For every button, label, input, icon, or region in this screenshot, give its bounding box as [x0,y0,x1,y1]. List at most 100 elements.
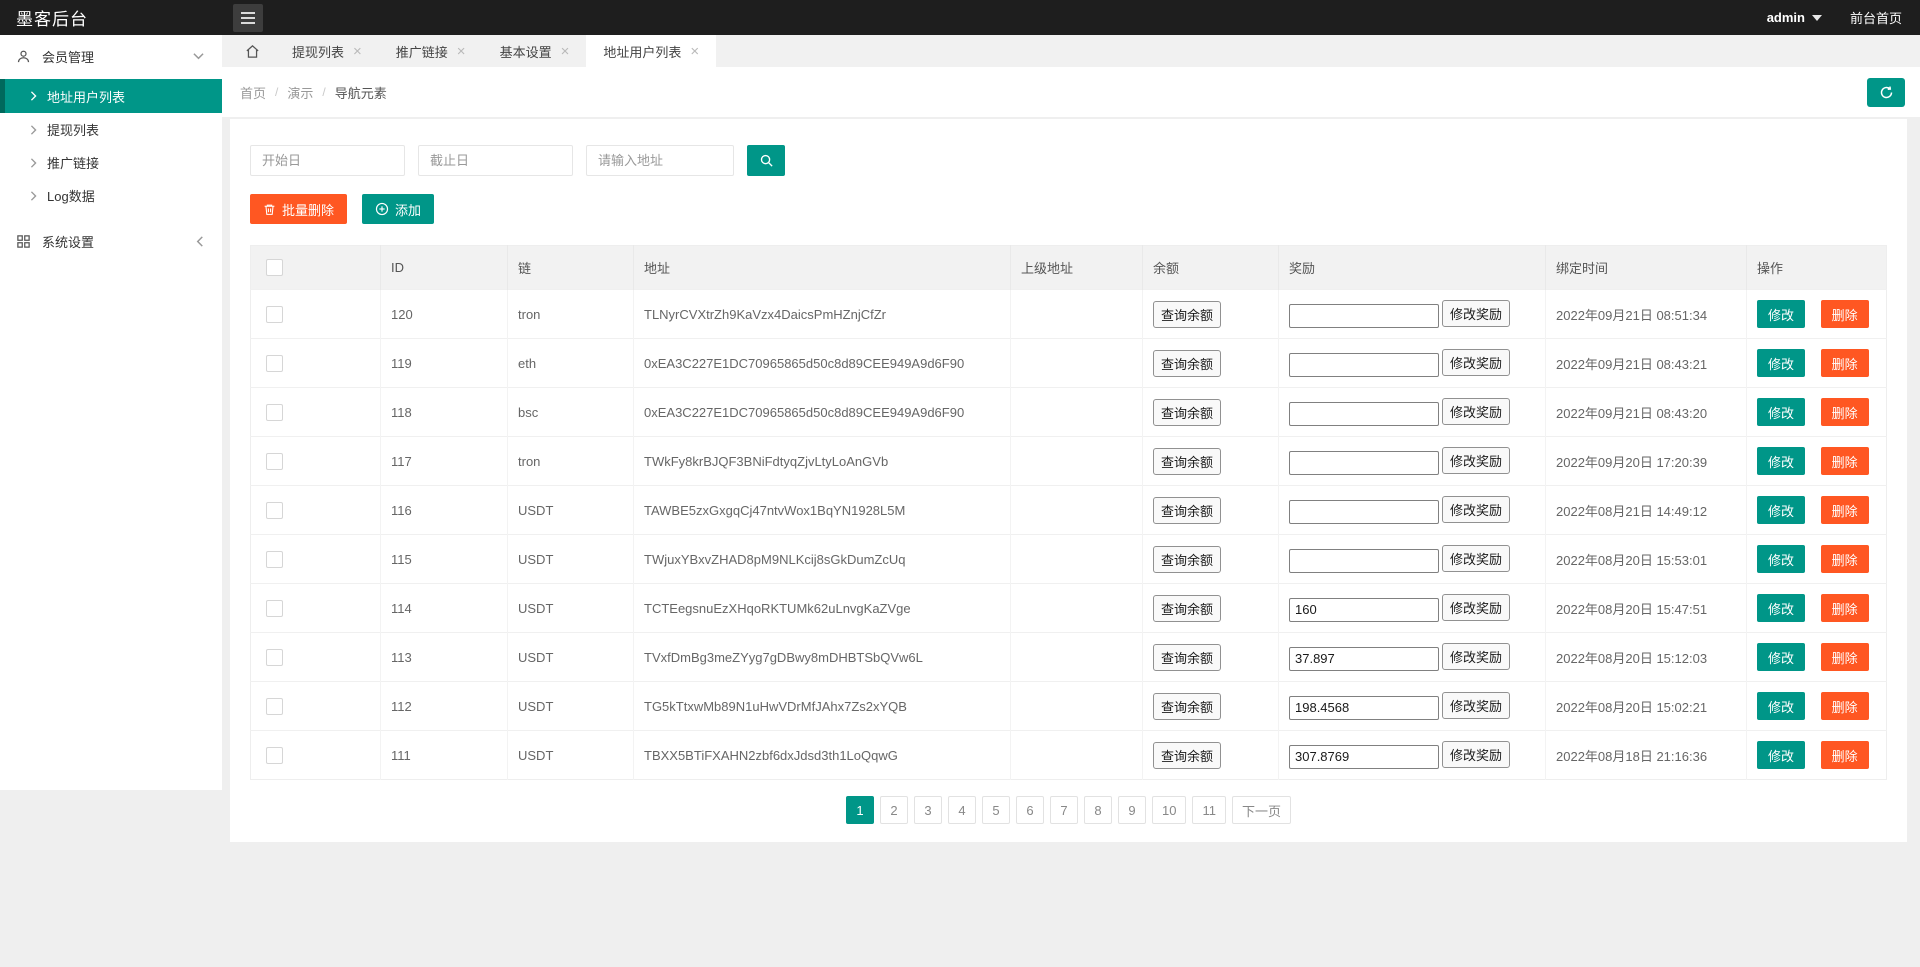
row-checkbox[interactable] [266,404,283,421]
delete-button[interactable]: 删除 [1821,300,1869,328]
page-button[interactable]: 11 [1192,796,1226,824]
delete-button[interactable]: 删除 [1821,741,1869,769]
breadcrumb-home[interactable]: 首页 [240,83,266,102]
edit-button[interactable]: 修改 [1757,496,1805,524]
reward-input[interactable] [1289,402,1439,426]
delete-button[interactable]: 删除 [1821,496,1869,524]
frontend-home-link[interactable]: 前台首页 [1850,8,1902,27]
query-balance-button[interactable]: 查询余额 [1153,497,1221,524]
tab-close-icon[interactable] [561,44,570,59]
delete-button[interactable]: 删除 [1821,594,1869,622]
modify-reward-button[interactable]: 修改奖励 [1442,300,1510,327]
modify-reward-button[interactable]: 修改奖励 [1442,398,1510,425]
delete-button[interactable]: 删除 [1821,398,1869,426]
modify-reward-button[interactable]: 修改奖励 [1442,594,1510,621]
edit-button[interactable]: 修改 [1757,643,1805,671]
delete-button[interactable]: 删除 [1821,643,1869,671]
delete-button[interactable]: 删除 [1821,692,1869,720]
row-checkbox[interactable] [266,502,283,519]
menu-toggle-button[interactable] [233,4,263,32]
edit-button[interactable]: 修改 [1757,692,1805,720]
row-checkbox[interactable] [266,306,283,323]
select-all-checkbox[interactable] [266,259,283,276]
modify-reward-button[interactable]: 修改奖励 [1442,447,1510,474]
row-checkbox[interactable] [266,551,283,568]
start-date-input[interactable] [250,145,405,176]
refresh-button[interactable] [1867,78,1905,107]
next-page-button[interactable]: 下一页 [1232,796,1291,824]
reward-input[interactable] [1289,451,1439,475]
modify-reward-button[interactable]: 修改奖励 [1442,496,1510,523]
sidebar-item[interactable]: 推广链接 [0,146,222,179]
page-button[interactable]: 5 [982,796,1010,824]
page-button[interactable]: 8 [1084,796,1112,824]
page-button[interactable]: 9 [1118,796,1146,824]
search-button[interactable] [747,145,785,176]
reward-input[interactable] [1289,745,1439,769]
delete-button[interactable]: 删除 [1821,545,1869,573]
query-balance-button[interactable]: 查询余额 [1153,742,1221,769]
row-checkbox[interactable] [266,600,283,617]
tab-close-icon[interactable] [457,44,466,59]
tab-home[interactable] [230,35,275,67]
tab[interactable]: 提现列表 [275,35,379,67]
sidebar-group-system[interactable]: 系统设置 [0,220,222,262]
edit-button[interactable]: 修改 [1757,349,1805,377]
reward-input[interactable] [1289,549,1439,573]
delete-button[interactable]: 删除 [1821,447,1869,475]
tab[interactable]: 基本设置 [483,35,587,67]
query-balance-button[interactable]: 查询余额 [1153,546,1221,573]
user-dropdown[interactable]: admin [1767,10,1822,25]
query-balance-button[interactable]: 查询余额 [1153,595,1221,622]
address-search-input[interactable] [586,145,734,176]
query-balance-button[interactable]: 查询余额 [1153,399,1221,426]
row-checkbox[interactable] [266,747,283,764]
page-button[interactable]: 6 [1016,796,1044,824]
sidebar-group-members[interactable]: 会员管理 [0,35,222,77]
edit-button[interactable]: 修改 [1757,447,1805,475]
reward-input[interactable] [1289,500,1439,524]
reward-input[interactable] [1289,304,1439,328]
reward-input[interactable] [1289,598,1439,622]
edit-button[interactable]: 修改 [1757,741,1805,769]
edit-button[interactable]: 修改 [1757,545,1805,573]
breadcrumb-demo[interactable]: 演示 [287,83,313,102]
row-checkbox[interactable] [266,355,283,372]
row-checkbox[interactable] [266,649,283,666]
page-button[interactable]: 7 [1050,796,1078,824]
query-balance-button[interactable]: 查询余额 [1153,693,1221,720]
page-button[interactable]: 3 [914,796,942,824]
modify-reward-button[interactable]: 修改奖励 [1442,545,1510,572]
reward-input[interactable] [1289,696,1439,720]
sidebar-item[interactable]: 地址用户列表 [0,79,222,113]
tab[interactable]: 地址用户列表 [586,35,716,67]
page-button[interactable]: 4 [948,796,976,824]
query-balance-button[interactable]: 查询余额 [1153,644,1221,671]
add-button[interactable]: 添加 [362,194,434,224]
modify-reward-button[interactable]: 修改奖励 [1442,741,1510,768]
query-balance-button[interactable]: 查询余额 [1153,448,1221,475]
tab[interactable]: 推广链接 [379,35,483,67]
edit-button[interactable]: 修改 [1757,398,1805,426]
end-date-input[interactable] [418,145,573,176]
page-button[interactable]: 10 [1152,796,1186,824]
row-checkbox[interactable] [266,698,283,715]
modify-reward-button[interactable]: 修改奖励 [1442,692,1510,719]
page-button[interactable]: 2 [880,796,908,824]
sidebar-item[interactable]: Log数据 [0,179,222,212]
edit-button[interactable]: 修改 [1757,594,1805,622]
delete-button[interactable]: 删除 [1821,349,1869,377]
query-balance-button[interactable]: 查询余额 [1153,350,1221,377]
sidebar-item[interactable]: 提现列表 [0,113,222,146]
row-checkbox[interactable] [266,453,283,470]
modify-reward-button[interactable]: 修改奖励 [1442,643,1510,670]
modify-reward-button[interactable]: 修改奖励 [1442,349,1510,376]
reward-input[interactable] [1289,353,1439,377]
tab-close-icon[interactable] [690,44,699,59]
query-balance-button[interactable]: 查询余额 [1153,301,1221,328]
reward-input[interactable] [1289,647,1439,671]
page-button[interactable]: 1 [846,796,874,824]
tab-close-icon[interactable] [353,44,362,59]
edit-button[interactable]: 修改 [1757,300,1805,328]
batch-delete-button[interactable]: 批量删除 [250,194,347,224]
